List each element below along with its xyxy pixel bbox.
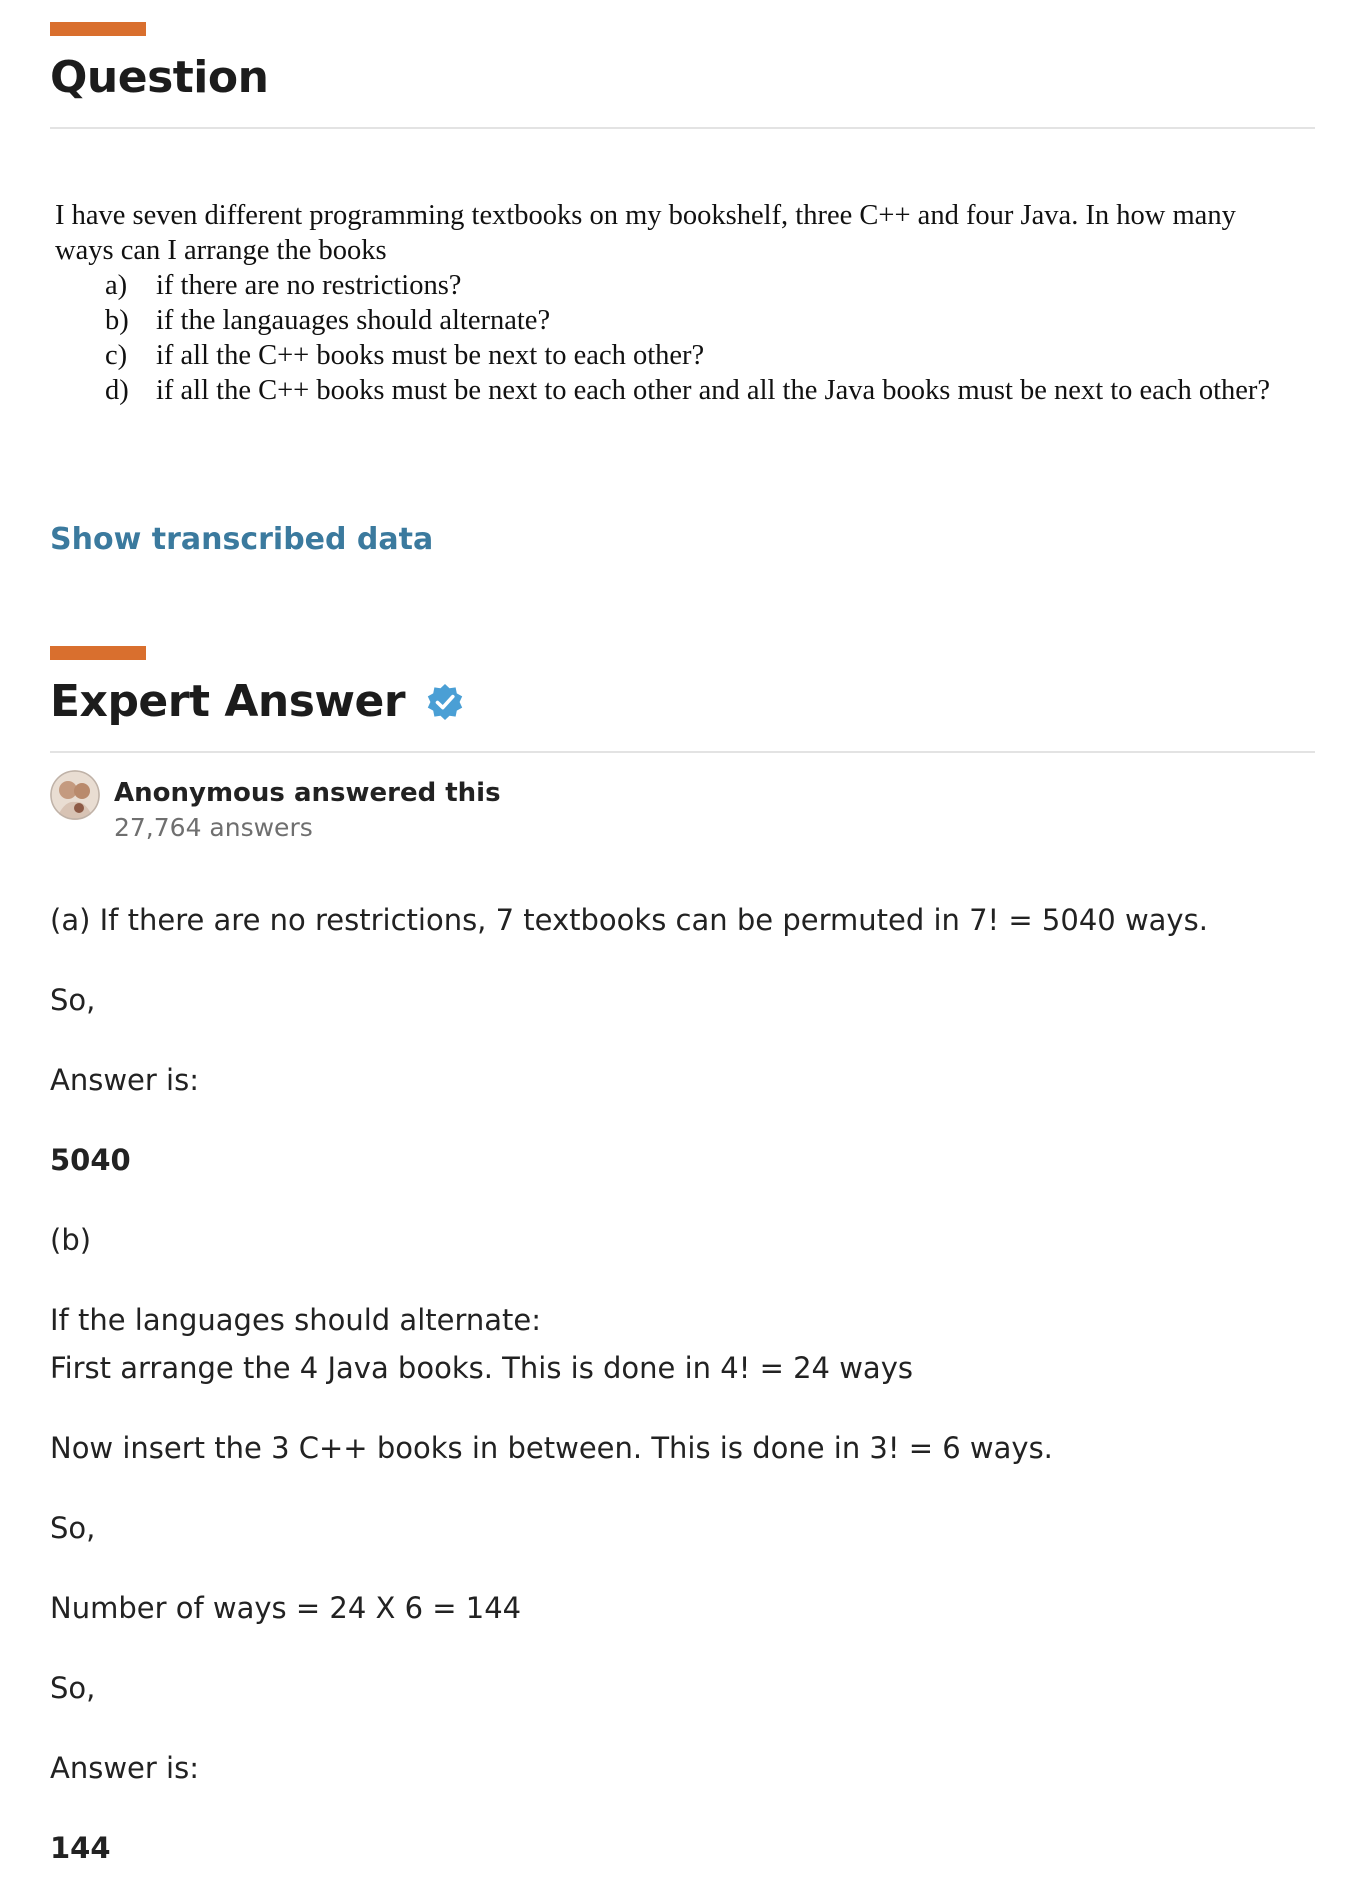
- question-item: d) if all the C++ books must be next to …: [105, 373, 1285, 408]
- answer-paragraph: (b): [50, 1223, 92, 1257]
- show-transcribed-data-link[interactable]: Show transcribed data: [50, 522, 433, 557]
- answer-result: 5040: [50, 1143, 131, 1177]
- answer-result: 144: [50, 1831, 111, 1865]
- question-list: a) if there are no restrictions? b) if t…: [55, 268, 1285, 408]
- question-item-marker: c): [105, 340, 128, 371]
- answer-paragraph: Answer is:: [50, 1751, 199, 1785]
- question-item: a) if there are no restrictions?: [105, 268, 1285, 303]
- answer-author: Anonymous answered this 27,764 answers: [50, 770, 501, 846]
- question-accent-bar: [50, 22, 146, 36]
- answer-author-name: Anonymous answered this: [114, 778, 501, 808]
- verified-badge-icon: [425, 682, 465, 722]
- answer-paragraph: So,: [50, 1511, 96, 1545]
- question-item-text: if there are no restrictions?: [156, 270, 462, 301]
- question-item: c) if all the C++ books must be next to …: [105, 338, 1285, 373]
- question-intro: I have seven different programming textb…: [55, 200, 1236, 266]
- answer-paragraph: First arrange the 4 Java books. This is …: [50, 1351, 913, 1385]
- question-item-text: if the langauages should alternate?: [156, 305, 551, 336]
- answer-paragraph: If the languages should alternate:: [50, 1303, 542, 1337]
- answer-paragraph: So,: [50, 1671, 96, 1705]
- question-item-marker: d): [105, 375, 129, 406]
- chegg-question-page: Question I have seven different programm…: [0, 0, 1358, 1888]
- answer-divider: [50, 751, 1315, 753]
- answer-paragraph: (a) If there are no restrictions, 7 text…: [50, 903, 1208, 937]
- answer-heading: Expert Answer: [50, 676, 406, 727]
- question-item-marker: b): [105, 305, 129, 336]
- answer-paragraph: So,: [50, 983, 96, 1017]
- question-heading: Question: [50, 52, 269, 103]
- answer-accent-bar: [50, 646, 146, 660]
- answer-paragraph: Answer is:: [50, 1063, 199, 1097]
- answer-title-row: Expert Answer: [50, 680, 465, 724]
- answer-paragraph: Now insert the 3 C++ books in between. T…: [50, 1431, 1053, 1465]
- question-item-text: if all the C++ books must be next to eac…: [156, 375, 1271, 406]
- answer-author-info: Anonymous answered this 27,764 answers: [114, 770, 501, 846]
- question-item: b) if the langauages should alternate?: [105, 303, 1285, 338]
- question-divider: [50, 127, 1315, 129]
- avatar[interactable]: [50, 770, 100, 820]
- question-item-text: if all the C++ books must be next to eac…: [156, 340, 705, 371]
- question-item-marker: a): [105, 270, 128, 301]
- answer-paragraph: Number of ways = 24 X 6 = 144: [50, 1591, 522, 1625]
- answer-author-count: 27,764 answers: [114, 813, 313, 842]
- question-image-text: I have seven different programming textb…: [55, 198, 1285, 408]
